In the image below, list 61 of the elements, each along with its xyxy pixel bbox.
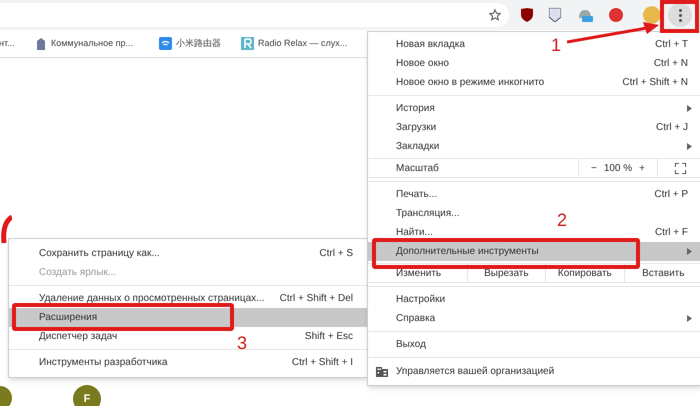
menu-item[interactable]: Новое окно в режиме инкогнито	[396, 75, 544, 90]
menu-item[interactable]: Расширения	[39, 310, 98, 325]
zoom-out-button[interactable]: −	[591, 160, 597, 176]
shortcut-text: Ctrl + Shift + Del	[280, 292, 353, 306]
zoom-value: 100 %	[604, 162, 632, 176]
edit-button[interactable]: Копировать	[545, 264, 624, 282]
menu-item[interactable]: Выход	[396, 337, 426, 352]
menu-item[interactable]: Загрузки	[396, 120, 436, 135]
shortcut-text: Ctrl + S	[319, 247, 353, 261]
menu-item[interactable]: Закладки	[396, 139, 440, 154]
radio-logo-icon	[241, 37, 254, 50]
menu-item[interactable]: История	[396, 101, 435, 116]
bookmark[interactable]: Коммунальное пр...	[35, 36, 153, 50]
menu-item[interactable]: Новая вкладка	[396, 37, 465, 52]
profile-avatar-icon[interactable]	[643, 6, 661, 24]
menu-item[interactable]: Инструменты разработчика	[39, 355, 168, 370]
step-number: 1	[551, 34, 562, 57]
menu-item[interactable]: Справка	[396, 311, 436, 326]
shortcut-text: Ctrl + N	[654, 57, 689, 71]
menu-item[interactable]: Настройки	[396, 292, 446, 307]
menu-item[interactable]: Удаление данных о просмотренных страницах...	[39, 291, 264, 306]
circle-icon[interactable]	[609, 8, 624, 22]
shield-icon[interactable]	[521, 8, 534, 22]
step-number: 3	[237, 332, 248, 355]
menu-item[interactable]: Диспетчер задач	[39, 329, 118, 344]
menu-item[interactable]: Найти...	[396, 225, 433, 240]
menu-item[interactable]: Печать...	[396, 187, 438, 202]
more-icon	[678, 8, 682, 22]
menu-item[interactable]: Сохранить страницу как...	[39, 246, 160, 261]
submenu-arrow-icon	[687, 143, 692, 150]
submenu-arrow-icon	[687, 315, 692, 322]
cloud-icon[interactable]	[577, 8, 594, 22]
shortcut-text: Ctrl + F	[654, 226, 689, 240]
shortcut-text: Ctrl + Shift + N	[622, 76, 689, 90]
shortcut-text: Ctrl + T	[655, 38, 689, 52]
menu-button[interactable]	[668, 3, 692, 27]
edit-button[interactable]: Вырезать	[466, 264, 546, 282]
edit-button[interactable]: Вставить	[624, 264, 700, 282]
step-number: 2	[557, 209, 568, 232]
shortcut-text: Ctrl + J	[656, 121, 689, 135]
managed-notice[interactable]: Управляется вашей организацией	[368, 361, 700, 381]
bookmark[interactable]: 小米路由器	[159, 36, 235, 50]
bookmark[interactable]: нт...	[0, 36, 29, 50]
submenu-arrow-icon	[687, 248, 692, 255]
zoom-in-button[interactable]: +	[639, 160, 645, 176]
shortcut-text: Shift + Esc	[304, 330, 353, 344]
zoom-row: Масштаб − 100 % +	[368, 158, 700, 178]
highlight-frame	[660, 0, 699, 33]
shortcut-text: Ctrl + Shift + I	[292, 356, 353, 370]
menu-item[interactable]: Новое окно	[396, 56, 449, 71]
edit-label: Изменить	[395, 266, 442, 280]
annotation-arc	[0, 215, 12, 245]
shortcut-text: Ctrl + P	[654, 188, 689, 202]
fullscreen-icon[interactable]	[674, 162, 686, 174]
menu-item[interactable]: Трансляция...	[396, 206, 460, 221]
wifi-icon	[159, 37, 172, 50]
star-icon[interactable]	[489, 9, 502, 21]
bookmark[interactable]: Radio Relax — слух...	[241, 36, 353, 50]
submenu-arrow-icon	[687, 105, 692, 112]
badge-icon[interactable]	[549, 8, 562, 22]
avatar: F	[73, 385, 101, 406]
